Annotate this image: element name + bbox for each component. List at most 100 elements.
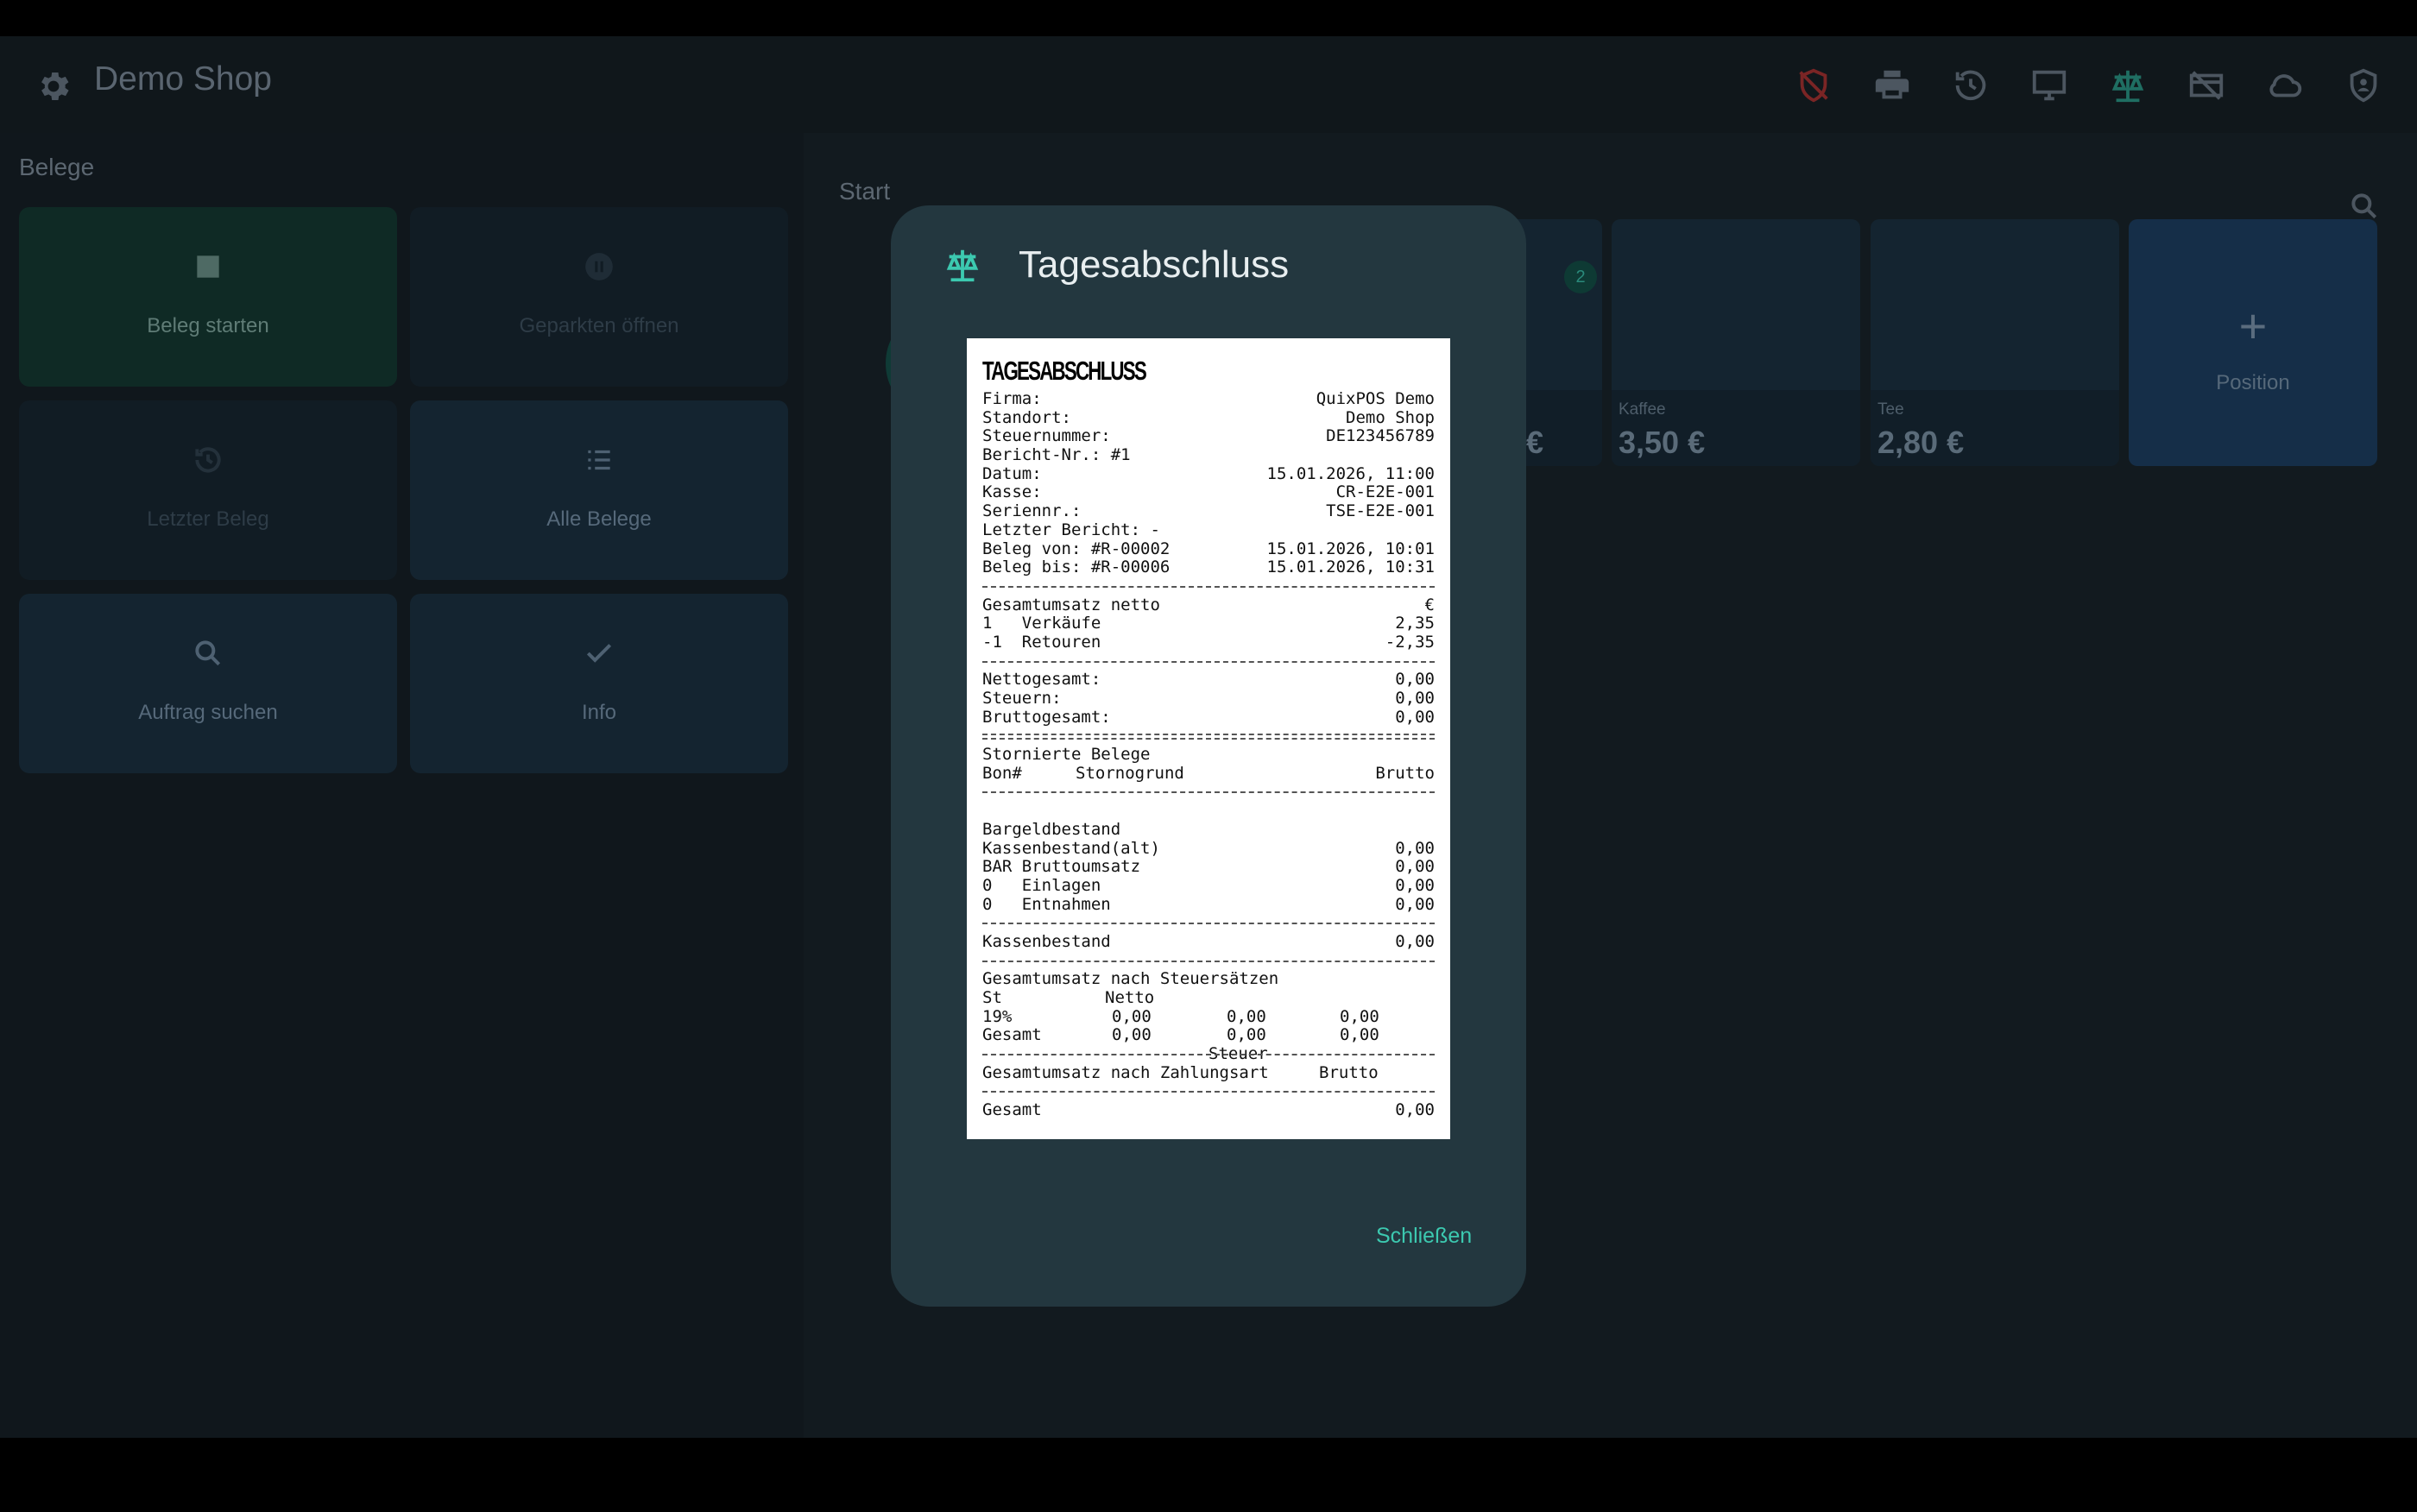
row-value: -2,35 — [1385, 632, 1435, 652]
receipt-row: Kasse: CR-E2E-001 — [982, 483, 1435, 502]
receipt-row: Nettogesamt: 0,00 — [982, 671, 1435, 690]
row-value: 15.01.2026, 11:00 — [1266, 463, 1435, 483]
product-name: Tee — [1877, 400, 1904, 419]
product-tile[interactable]: Tee 2,80 € — [1871, 219, 2119, 466]
start-receipt-button[interactable]: Beleg starten — [19, 207, 397, 387]
row-value: 0,00 — [1395, 670, 1435, 690]
row-label: 0 Einlagen — [982, 875, 1101, 895]
tax-net: 0,00 — [1112, 1025, 1152, 1045]
close-button[interactable]: Schließen — [1376, 1224, 1472, 1249]
tile-label: Alle Belege — [546, 507, 652, 531]
separator — [982, 952, 1435, 971]
tax-gross: 0,00 — [1340, 1025, 1379, 1045]
last-receipt-button[interactable]: Letzter Beleg — [19, 400, 397, 580]
receipt-row: Beleg von: #R-00002 15.01.2026, 10:01 — [982, 539, 1435, 559]
all-receipts-button[interactable]: Alle Belege — [410, 400, 788, 580]
history-icon — [195, 447, 221, 473]
row-value: 0,00 — [1395, 1100, 1435, 1120]
cloud-icon[interactable] — [2265, 66, 2305, 105]
add-position-button[interactable]: + Position — [2129, 219, 2377, 466]
row-value: 0,00 — [1395, 894, 1435, 914]
tax-gross: 0,00 — [1340, 1006, 1379, 1026]
printer-icon[interactable] — [1872, 66, 1912, 105]
product-price: € — [1526, 425, 1544, 460]
receipt-row: Beleg bis: #R-00006 15.01.2026, 10:31 — [982, 558, 1435, 577]
products-title: Start — [839, 178, 891, 205]
product-tile[interactable]: Kaffee 3,50 € — [1612, 219, 1860, 466]
shield-off-icon[interactable] — [1794, 66, 1833, 105]
row-label: Letzter Bericht: - — [982, 520, 1160, 539]
row-value: 0,00 — [1395, 707, 1435, 727]
storno-title: Stornierte Belege — [982, 745, 1151, 765]
receipt-row: Gesamtumsatz nach Zahlungsart — [982, 1063, 1435, 1083]
storno-reason-header: Stornogrund — [1076, 763, 1184, 783]
app-stage: Demo Shop Belege Beleg starten Geparkten… — [0, 36, 2417, 1438]
row-label: BAR Bruttoumsatz — [982, 857, 1141, 877]
card-off-icon[interactable] — [2187, 66, 2226, 105]
row-value: 0,00 — [1395, 857, 1435, 877]
receipt-row: Seriennr.: TSE-E2E-001 — [982, 501, 1435, 521]
scale-icon[interactable] — [2108, 66, 2148, 105]
tile-label: Beleg starten — [147, 314, 269, 337]
tax-net: 0,00 — [1112, 1006, 1152, 1026]
row-label: Datum: — [982, 463, 1042, 483]
receipt-row: Datum: 15.01.2026, 11:00 — [982, 463, 1435, 484]
receipt-row: Bruttogesamt: 0,00 — [982, 707, 1435, 728]
receipt-row: Bericht-Nr.: #1 — [982, 445, 1435, 465]
product-price: 3,50 € — [1619, 425, 1706, 460]
open-parked-button[interactable]: Geparkten öffnen — [410, 207, 788, 387]
tax-row: 19% 0,00 0,00 0,00 — [982, 1006, 1435, 1027]
gear-icon[interactable] — [35, 67, 73, 105]
row-label: Firma: — [982, 389, 1042, 408]
tax-amount: 0,00 — [1227, 1006, 1266, 1026]
history-icon[interactable] — [1951, 66, 1991, 105]
search-order-button[interactable]: Auftrag suchen — [19, 594, 397, 773]
shield-user-icon[interactable] — [2344, 66, 2383, 105]
receipt-row: Gesamtumsatz nach Steuersätzen — [982, 970, 1435, 989]
row-label: Steuern: — [982, 689, 1062, 708]
receipt-row: Kassenbestand(alt) 0,00 — [982, 839, 1435, 859]
receipt-row: -1 Retouren -2,35 — [982, 633, 1435, 652]
panel-title: Belege — [19, 154, 95, 180]
separator — [982, 783, 1435, 802]
row-value: 15.01.2026, 10:01 — [1266, 539, 1435, 558]
tax-amount: 0,00 — [1227, 1025, 1266, 1045]
separator — [982, 727, 1435, 746]
receipt-row: BAR Bruttoumsatz 0,00 — [982, 857, 1435, 877]
day-closing-dialog: Tagesabschluss TAGESABSCHLUSS Firma: Quix… — [891, 205, 1526, 1307]
receipt-row: Kassenbestand 0,00 — [982, 931, 1435, 952]
separator — [982, 652, 1435, 671]
add-position-label: Position — [2216, 371, 2290, 394]
tax-rate: 19% — [982, 1006, 1013, 1026]
app-bar: Demo Shop — [0, 36, 2417, 133]
receipt-title: TAGESABSCHLUSS — [982, 356, 1147, 386]
row-value: QuixPOS Demo — [1316, 389, 1435, 408]
receipt-rows: Firma: QuixPOS Demo Standort: Demo Shop Steu… — [982, 389, 1435, 1120]
receipt-row: Gesamtumsatz netto € — [982, 595, 1435, 615]
search-icon[interactable] — [2348, 190, 2381, 223]
receipt-row: 0 Einlagen 0,00 — [982, 875, 1435, 896]
count-badge: 2 — [1564, 261, 1597, 293]
row-value: DE123456789 — [1326, 426, 1435, 446]
tax-rate-title: Gesamtumsatz nach Steuersätzen — [982, 969, 1279, 989]
separator — [982, 914, 1435, 933]
row-label: Kassenbestand — [982, 931, 1111, 951]
receipt-row: Gesamt 0,00 — [982, 1100, 1435, 1120]
receipts-panel: Belege Beleg starten Geparkten öffnen Le… — [0, 133, 804, 1438]
dialog-title: Tagesabschluss — [1019, 243, 1290, 286]
row-label: Nettogesamt: — [982, 670, 1101, 690]
tax-col-net: Netto — [1105, 988, 1155, 1007]
info-button[interactable]: Info — [410, 594, 788, 773]
row-value: 15.01.2026, 10:31 — [1266, 558, 1435, 577]
row-label: Steuernummer: — [982, 426, 1111, 446]
receipt-row: Standort: Demo Shop — [982, 407, 1435, 428]
row-label: Seriennr.: — [982, 501, 1082, 521]
monitor-icon[interactable] — [2029, 66, 2069, 105]
row-label: Kasse: — [982, 482, 1042, 502]
tax-col-rate: St — [982, 988, 1002, 1007]
row-value: 0,00 — [1395, 931, 1435, 951]
row-label: Standort: — [982, 407, 1071, 427]
receipt-row: Firma: QuixPOS Demo — [982, 389, 1435, 409]
tax-header-row: St Netto Steuer Brutto — [982, 988, 1435, 1081]
row-label: Gesamt — [982, 1100, 1042, 1120]
